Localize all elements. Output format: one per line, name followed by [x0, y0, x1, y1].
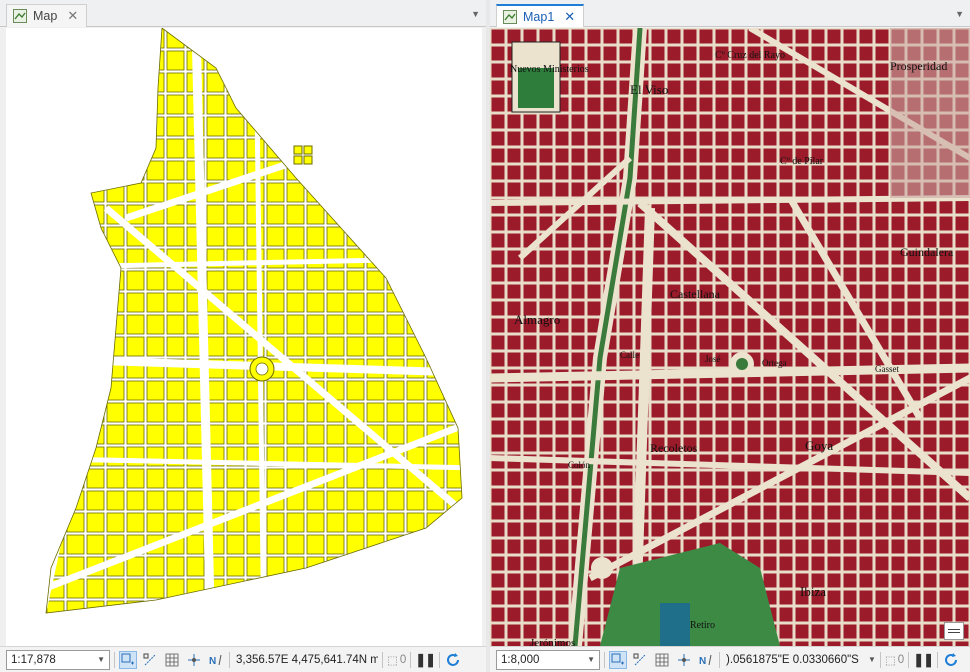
map-label: Ortega: [762, 358, 787, 368]
map-label: Jerónimos: [530, 637, 575, 646]
separator: [719, 651, 720, 668]
map-view[interactable]: [6, 28, 482, 646]
separator: [879, 651, 881, 668]
status-bar: 1:8,000 ▼ N ).0561875"E 0.0330660"S ▼ ⬚ …: [490, 646, 970, 672]
map-label: Guindalera: [900, 245, 954, 259]
tab-strip: Map1 ✕ ▼: [490, 0, 970, 27]
separator: [410, 651, 412, 668]
separator: [439, 651, 441, 668]
snapping-icon[interactable]: [141, 651, 159, 669]
map-label: Colón: [568, 460, 591, 470]
tab-label: Map1: [523, 9, 555, 24]
selected-features[interactable]: ⬚ 0: [387, 653, 406, 667]
map-label: Prosperidad: [890, 59, 947, 73]
svg-text:N: N: [209, 656, 216, 667]
map-label: Cº de Pilar: [780, 156, 824, 167]
map-icon: [503, 9, 517, 24]
selected-features[interactable]: ⬚ 0: [885, 653, 904, 667]
chevron-down-icon[interactable]: ▼: [955, 9, 964, 19]
historical-map-image: Nuevos Ministerios El Viso Castellana Al…: [490, 28, 970, 646]
grid-icon[interactable]: [653, 651, 671, 669]
map-label: Recoletos: [650, 441, 698, 455]
tab-strip: Map ✕ ▼: [0, 0, 486, 27]
constraints-icon[interactable]: [185, 651, 203, 669]
map-label: Goya: [805, 438, 833, 453]
separator: [382, 651, 383, 668]
map-label: Retiro: [690, 620, 715, 631]
north-arrow-icon[interactable]: N: [697, 651, 715, 669]
coordinate-readout: 3,356.57E 4,475,641.74N m: [236, 653, 378, 666]
separator: [229, 651, 230, 668]
pause-drawing-button[interactable]: ❚❚: [913, 652, 934, 668]
selection-icon: ⬚: [884, 654, 896, 667]
pause-drawing-button[interactable]: ❚❚: [415, 652, 436, 668]
fixed-zoom-icon[interactable]: [609, 650, 627, 669]
separator: [908, 651, 910, 668]
snapping-icon[interactable]: [631, 651, 649, 669]
tab-label: Map: [33, 9, 58, 23]
yellow-polygons-map: [45, 28, 463, 614]
coordinate-readout: ).0561875"E 0.0330660"S: [726, 653, 859, 666]
separator: [937, 651, 938, 668]
close-icon[interactable]: ✕: [67, 8, 78, 24]
map-label: El Viso: [630, 82, 668, 97]
scale-selector[interactable]: 1:17,878 ▼: [6, 649, 110, 670]
scale-selector[interactable]: 1:8,000 ▼: [496, 649, 600, 670]
refresh-icon[interactable]: [444, 651, 462, 669]
chevron-down-icon[interactable]: ▼: [868, 655, 876, 664]
map-label: Calle: [620, 350, 639, 360]
separator: [114, 651, 115, 668]
map-label: Cº Cruz del Rayo: [715, 50, 785, 61]
chevron-down-icon: ▼: [587, 655, 595, 664]
grid-icon[interactable]: [163, 651, 181, 669]
map-label: José: [705, 354, 721, 364]
scale-value: 1:8,000: [501, 653, 540, 666]
map-icon: [13, 9, 27, 23]
tab-map1[interactable]: Map1 ✕: [496, 4, 585, 27]
chevron-down-icon[interactable]: ▼: [471, 9, 480, 19]
constraints-icon[interactable]: [675, 651, 693, 669]
map-pane-left: Map ✕ ▼ 1:17,878 ▼ N 3,356.57E 4,475,641…: [0, 0, 486, 672]
selected-count: 0: [897, 653, 905, 666]
separator: [604, 651, 605, 668]
refresh-icon[interactable]: [942, 651, 960, 669]
map-label: Nuevos Ministerios: [510, 64, 589, 75]
historical-map-view[interactable]: Nuevos Ministerios El Viso Castellana Al…: [490, 28, 970, 646]
selected-count: 0: [399, 653, 407, 666]
map-label: Gasset: [875, 364, 899, 374]
scale-value: 1:17,878: [11, 653, 56, 666]
north-arrow-icon[interactable]: N: [207, 651, 225, 669]
fixed-zoom-icon[interactable]: [119, 650, 137, 669]
map-label: Almagro: [514, 312, 560, 327]
map-label: Castellana: [670, 287, 721, 301]
svg-text:N: N: [699, 656, 706, 667]
close-icon[interactable]: ✕: [564, 9, 575, 25]
tab-map[interactable]: Map ✕: [6, 4, 88, 27]
map-pane-right: Map1 ✕ ▼ Nuevos Ministerios El Viso Cast…: [490, 0, 970, 672]
status-bar: 1:17,878 ▼ N 3,356.57E 4,475,641.74N m ⬚…: [0, 646, 486, 672]
chevron-down-icon: ▼: [97, 655, 105, 664]
map-label: Ibiza: [800, 584, 826, 599]
map-overlay-menu-icon[interactable]: [944, 622, 964, 640]
selection-icon: ⬚: [387, 654, 398, 667]
